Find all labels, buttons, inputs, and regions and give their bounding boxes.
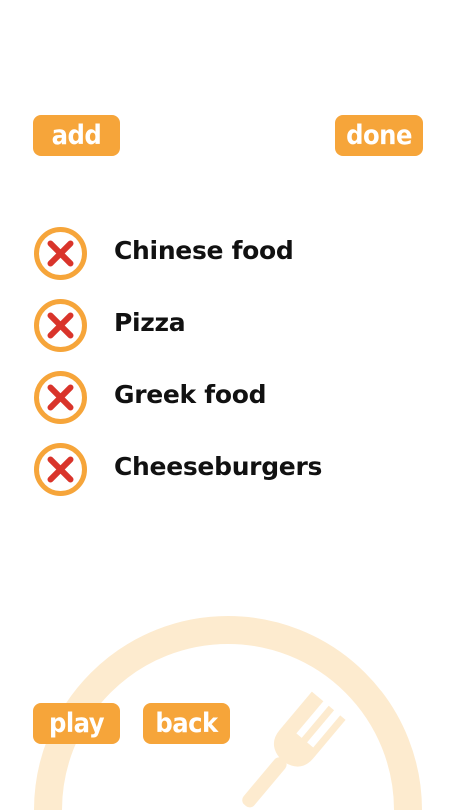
remove-x-icon[interactable] xyxy=(33,370,88,425)
food-item-label: Chinese food xyxy=(114,236,294,265)
food-item-label: Cheeseburgers xyxy=(114,452,323,481)
add-button[interactable]: add xyxy=(33,115,120,156)
list-item: Cheeseburgers xyxy=(0,440,455,512)
remove-x-icon[interactable] xyxy=(33,298,88,353)
food-item-label: Greek food xyxy=(114,380,267,409)
remove-x-icon[interactable] xyxy=(33,442,88,497)
list-item: Pizza xyxy=(0,296,455,368)
remove-x-icon[interactable] xyxy=(33,226,88,281)
list-item: Greek food xyxy=(0,368,455,440)
food-list: Chinese food Pizza Greek food Cheeseburg… xyxy=(0,224,455,512)
food-item-label: Pizza xyxy=(114,308,186,337)
back-button[interactable]: back xyxy=(143,703,230,744)
list-item: Chinese food xyxy=(0,224,455,296)
done-button[interactable]: done xyxy=(335,115,423,156)
play-button[interactable]: play xyxy=(33,703,120,744)
app-screen: add done Chinese food Pizza Greek food C… xyxy=(0,0,455,810)
